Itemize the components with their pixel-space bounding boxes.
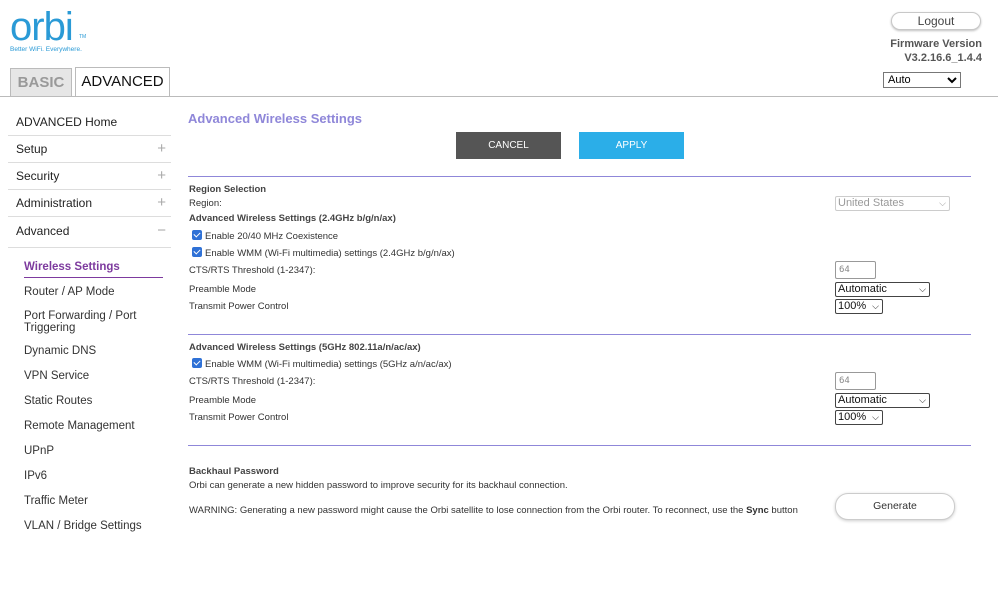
language-select[interactable]: Auto — [883, 72, 961, 88]
warning-text: WARNING: Generating a new password might… — [189, 505, 747, 516]
sidebar-item-security[interactable]: Security + — [8, 163, 171, 190]
sidebar-item-label: Security — [16, 169, 60, 183]
sidebar-item-static-routes[interactable]: Static Routes — [8, 394, 171, 419]
tab-basic[interactable]: BASIC — [10, 68, 72, 97]
wmm-24-label: Enable WMM (Wi-Fi multimedia) settings (… — [205, 248, 455, 259]
cts-5-input[interactable]: 64 — [835, 372, 876, 390]
sidebar: ADVANCED Home Setup + Security + Adminis… — [8, 109, 171, 544]
preamble-5-select[interactable]: Automatic ⌵ — [835, 393, 930, 408]
region-select: United States ⌵ — [835, 196, 950, 211]
power-24-select[interactable]: 100% ⌵ — [835, 299, 883, 314]
sidebar-item-remote-management[interactable]: Remote Management — [8, 419, 171, 444]
sidebar-item-upnp[interactable]: UPnP — [8, 444, 171, 469]
logo-trademark: TM — [79, 34, 87, 40]
chevron-down-icon: ⌵ — [919, 284, 926, 294]
sidebar-item-label: Advanced — [16, 224, 70, 238]
sidebar-item-label: Remote Management — [24, 420, 135, 432]
backhaul-heading: Backhaul Password — [189, 466, 279, 477]
coexistence-checkbox[interactable] — [192, 230, 202, 240]
apply-button[interactable]: APPLY — [579, 132, 684, 159]
sidebar-item-label: Static Routes — [24, 395, 93, 407]
chevron-down-icon: ⌵ — [872, 412, 879, 422]
section-divider — [188, 334, 971, 335]
sidebar-item-setup[interactable]: Setup + — [8, 136, 171, 163]
band24-heading: Advanced Wireless Settings (2.4GHz b/g/n… — [189, 213, 396, 224]
firmware-label: Firmware Version — [890, 38, 982, 50]
header-divider — [0, 96, 998, 97]
sidebar-item-label: UPnP — [24, 445, 55, 457]
sidebar-item-dynamic-dns[interactable]: Dynamic DNS — [8, 344, 171, 369]
preamble-5-label: Preamble Mode — [189, 395, 257, 406]
logo-wordmark: orbi — [10, 5, 74, 49]
expand-icon[interactable]: + — [157, 136, 166, 162]
preamble-5-value: Automatic — [838, 394, 887, 406]
section-divider — [188, 176, 971, 177]
generate-button[interactable]: Generate — [835, 493, 955, 520]
sidebar-item-label: VLAN / Bridge Settings — [24, 520, 142, 532]
section-divider — [188, 445, 971, 446]
cts-24-label: CTS/RTS Threshold (1-2347): — [189, 265, 316, 276]
power-5-select[interactable]: 100% ⌵ — [835, 410, 883, 425]
expand-icon[interactable]: + — [157, 190, 166, 216]
firmware-info: Firmware Version V3.2.16.6_1.4.4 — [890, 37, 982, 65]
sidebar-item-wireless-settings[interactable]: Wireless Settings — [8, 260, 171, 285]
logout-button[interactable]: Logout — [891, 12, 981, 30]
warning-sync-word: Sync — [746, 505, 769, 516]
chevron-down-icon: ⌵ — [939, 198, 946, 208]
orbi-logo: orbi TM Better WiFi. Everywhere. — [10, 5, 100, 60]
wmm-5-checkbox[interactable] — [192, 358, 202, 368]
sidebar-item-label: Setup — [16, 142, 48, 156]
power-24-label: Transmit Power Control — [189, 301, 289, 312]
cts-24-input[interactable]: 64 — [835, 261, 876, 279]
region-value: United States — [838, 197, 905, 209]
sidebar-item-traffic-meter[interactable]: Traffic Meter — [8, 494, 171, 519]
preamble-24-label: Preamble Mode — [189, 284, 257, 295]
warning-text-end: button — [768, 505, 798, 516]
backhaul-description: Orbi can generate a new hidden password … — [189, 480, 568, 491]
sidebar-item-vpn-service[interactable]: VPN Service — [8, 369, 171, 394]
cancel-button[interactable]: CANCEL — [456, 132, 561, 159]
sidebar-item-label: Router / AP Mode — [24, 286, 115, 298]
collapse-icon[interactable]: − — [157, 217, 166, 245]
sidebar-item-label: Port Forwarding / Port Triggering — [24, 310, 137, 334]
sidebar-item-advanced[interactable]: Advanced − — [8, 217, 171, 248]
region-heading: Region Selection — [189, 184, 267, 195]
power-24-value: 100% — [838, 300, 867, 312]
sidebar-item-label: VPN Service — [24, 370, 90, 382]
sidebar-item-label: Wireless Settings — [24, 261, 120, 273]
cts-5-label: CTS/RTS Threshold (1-2347): — [189, 376, 316, 387]
coexistence-label: Enable 20/40 MHz Coexistence — [205, 231, 339, 242]
sidebar-item-ipv6[interactable]: IPv6 — [8, 469, 171, 494]
sidebar-item-label: Administration — [16, 196, 93, 210]
sidebar-item-label: ADVANCED Home — [16, 115, 118, 129]
band5-heading: Advanced Wireless Settings (5GHz 802.11a… — [189, 342, 421, 353]
preamble-24-value: Automatic — [838, 283, 887, 295]
power-5-label: Transmit Power Control — [189, 412, 289, 423]
backhaul-warning: WARNING: Generating a new password might… — [189, 505, 798, 516]
sidebar-item-router-ap-mode[interactable]: Router / AP Mode — [8, 285, 171, 310]
chevron-down-icon: ⌵ — [872, 301, 879, 311]
page-title: Advanced Wireless Settings — [188, 111, 362, 126]
advanced-submenu: Wireless Settings Router / AP Mode Port … — [8, 260, 171, 544]
sidebar-item-label: Dynamic DNS — [24, 345, 97, 357]
sidebar-item-vlan-bridge[interactable]: VLAN / Bridge Settings — [8, 519, 171, 544]
sidebar-item-port-forwarding[interactable]: Port Forwarding / Port Triggering — [8, 310, 171, 344]
region-label: Region: — [189, 198, 222, 209]
expand-icon[interactable]: + — [157, 163, 166, 189]
sidebar-item-label: Traffic Meter — [24, 495, 88, 507]
sidebar-item-advanced-home[interactable]: ADVANCED Home — [8, 109, 171, 136]
logo-tagline: Better WiFi. Everywhere. — [10, 46, 82, 53]
sidebar-item-administration[interactable]: Administration + — [8, 190, 171, 217]
sidebar-item-label: IPv6 — [24, 470, 48, 482]
power-5-value: 100% — [838, 411, 867, 423]
wmm-24-checkbox[interactable] — [192, 247, 202, 257]
preamble-24-select[interactable]: Automatic ⌵ — [835, 282, 930, 297]
tab-advanced[interactable]: ADVANCED — [75, 67, 170, 97]
wmm-5-label: Enable WMM (Wi-Fi multimedia) settings (… — [205, 359, 452, 370]
chevron-down-icon: ⌵ — [919, 395, 926, 405]
active-underline — [24, 277, 163, 278]
firmware-version: V3.2.16.6_1.4.4 — [904, 52, 982, 64]
